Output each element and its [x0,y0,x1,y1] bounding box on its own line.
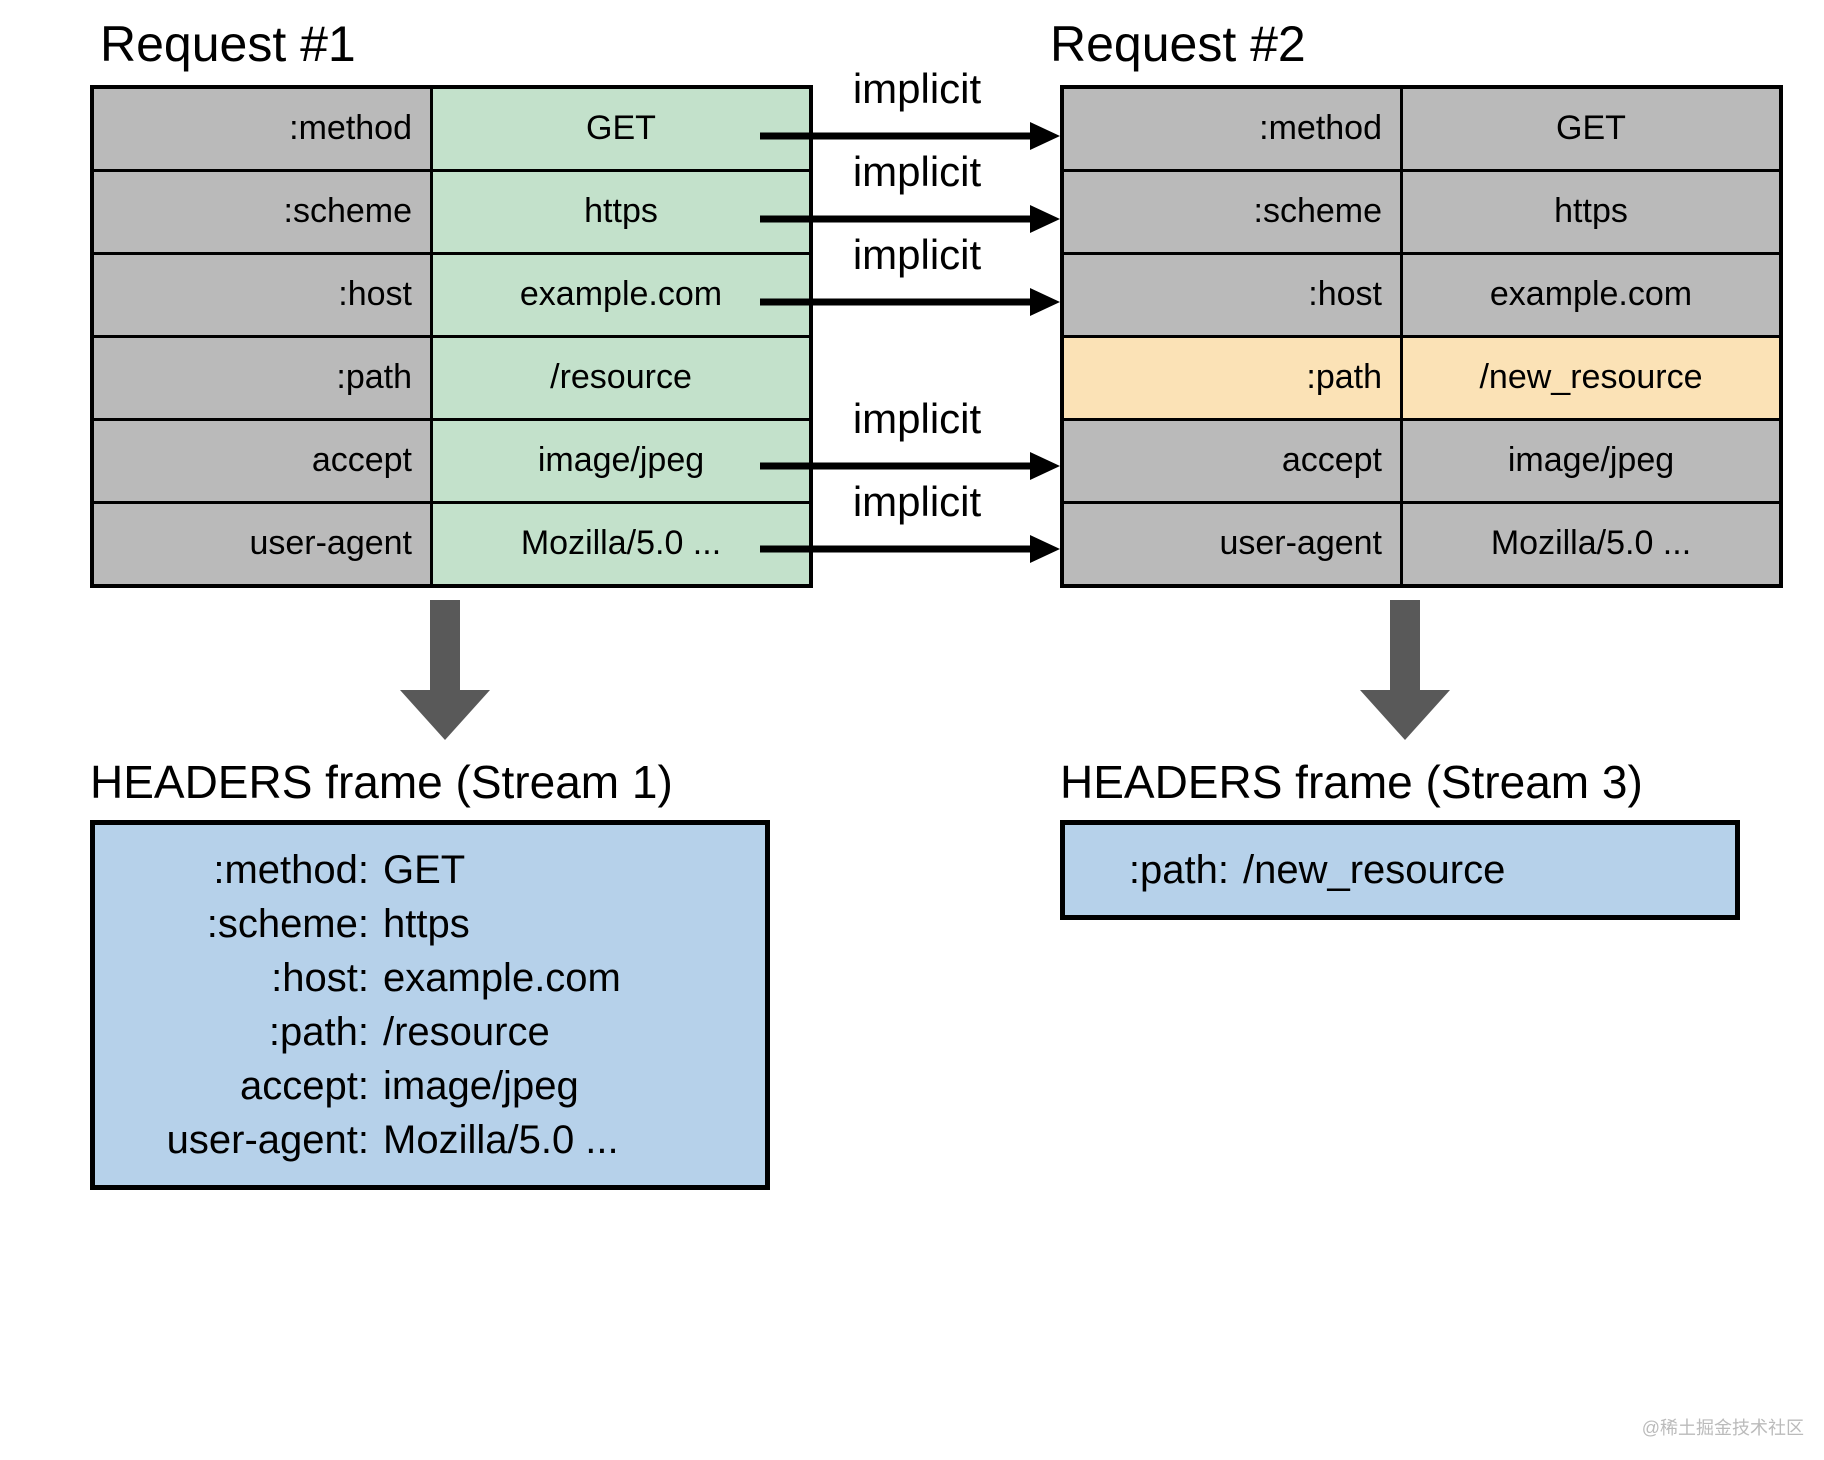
frame-val: example.com [383,951,621,1005]
request2-table: :methodGET :schemehttps :hostexample.com… [1060,85,1783,588]
frame-line: accept: image/jpeg [119,1059,741,1113]
implicit-label: implicit [792,65,1042,113]
req1-key: accept [92,420,432,503]
frame-line: :host: example.com [119,951,741,1005]
frame-key: accept: [119,1059,369,1113]
frame-val: GET [383,843,465,897]
table-row: :hostexample.com [1062,254,1781,337]
frame-key: :path: [1089,843,1229,897]
frame-val: /new_resource [1243,843,1505,897]
req1-val: Mozilla/5.0 ... [432,503,812,587]
frame-line: :path: /new_resource [1089,843,1711,897]
req1-val: https [432,171,812,254]
frame2-title: HEADERS frame (Stream 3) [1060,755,1643,809]
frame-val: https [383,897,470,951]
frame-key: :host: [119,951,369,1005]
arrow-down-icon [400,600,490,749]
frame-line: :method: GET [119,843,741,897]
req1-val: image/jpeg [432,420,812,503]
frame-val: Mozilla/5.0 ... [383,1113,619,1167]
req1-key: :method [92,87,432,171]
request1-title: Request #1 [100,15,356,73]
req2-key: accept [1062,420,1402,503]
implicit-label: implicit [792,395,1042,443]
arrow-right-icon [760,531,1060,567]
table-row: user-agentMozilla/5.0 ... [92,503,811,587]
req2-val: GET [1402,87,1782,171]
table-row: :hostexample.com [92,254,811,337]
req2-val: Mozilla/5.0 ... [1402,503,1782,587]
req1-key: :host [92,254,432,337]
frame-key: :method: [119,843,369,897]
req1-val: /resource [432,337,812,420]
request1-table: :methodGET :schemehttps :hostexample.com… [90,85,813,588]
frame2-box: :path: /new_resource [1060,820,1740,920]
table-row: acceptimage/jpeg [1062,420,1781,503]
frame1-box: :method: GET :scheme: https :host: example.… [90,820,770,1190]
table-row: acceptimage/jpeg [92,420,811,503]
frame-line: :path: /resource [119,1005,741,1059]
frame-val: /resource [383,1005,550,1059]
frame-line: :scheme: https [119,897,741,951]
request2-title: Request #2 [1050,15,1306,73]
frame-key: :scheme: [119,897,369,951]
frame1-title: HEADERS frame (Stream 1) [90,755,673,809]
req2-val: https [1402,171,1782,254]
frame-key: :path: [119,1005,369,1059]
req2-key: :method [1062,87,1402,171]
table-row: :path/new_resource [1062,337,1781,420]
implicit-label: implicit [792,478,1042,526]
implicit-label: implicit [792,148,1042,196]
table-row: user-agentMozilla/5.0 ... [1062,503,1781,587]
table-row: :schemehttps [1062,171,1781,254]
req2-key: :host [1062,254,1402,337]
frame-key: user-agent: [119,1113,369,1167]
req2-val: /new_resource [1402,337,1782,420]
table-row: :methodGET [1062,87,1781,171]
req2-val: example.com [1402,254,1782,337]
req2-val: image/jpeg [1402,420,1782,503]
req1-key: user-agent [92,503,432,587]
arrow-down-icon [1360,600,1450,749]
req2-key: :path [1062,337,1402,420]
req1-val: example.com [432,254,812,337]
req2-key: user-agent [1062,503,1402,587]
req1-val: GET [432,87,812,171]
table-row: :methodGET [92,87,811,171]
req1-key: :path [92,337,432,420]
table-row: :schemehttps [92,171,811,254]
arrow-right-icon [760,284,1060,320]
req2-key: :scheme [1062,171,1402,254]
frame-val: image/jpeg [383,1059,579,1113]
table-row: :path/resource [92,337,811,420]
implicit-label: implicit [792,231,1042,279]
req1-key: :scheme [92,171,432,254]
watermark: @稀土掘金技术社区 [1642,1414,1804,1440]
frame-line: user-agent: Mozilla/5.0 ... [119,1113,741,1167]
